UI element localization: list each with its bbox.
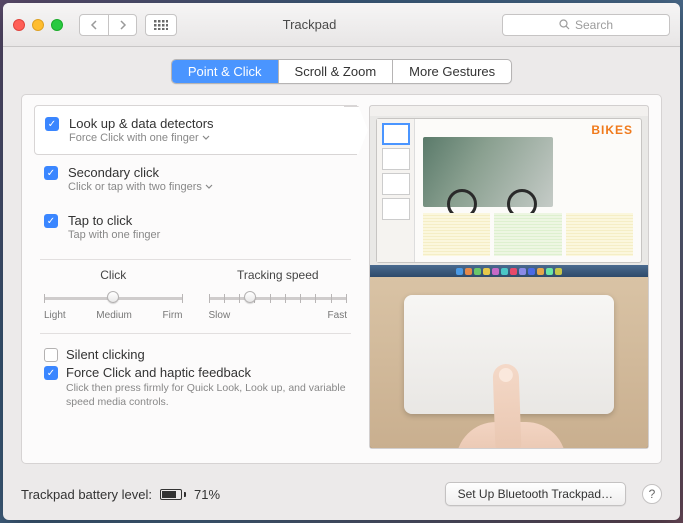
option-tap-to-click[interactable]: ✓ Tap to click Tap with one finger xyxy=(34,203,357,251)
tab-point-click[interactable]: Point & Click xyxy=(172,60,278,83)
preview-screen: BIKES xyxy=(370,106,648,277)
close-button[interactable] xyxy=(13,19,25,31)
content-panel: ✓ Look up & data detectors Force Click w… xyxy=(21,94,662,464)
sliders-row: Click Light Medium Firm Tracking speed xyxy=(34,266,357,325)
checkbox-tap-to-click[interactable]: ✓ xyxy=(44,214,58,228)
option-label: Force Click and haptic feedback xyxy=(66,365,347,380)
divider xyxy=(40,333,351,334)
prefs-window: Trackpad Search Point & Click Scroll & Z… xyxy=(3,3,680,520)
option-force-click[interactable]: ✓ Force Click and haptic feedback Click … xyxy=(44,365,347,409)
battery-icon xyxy=(160,489,186,500)
tab-scroll-zoom[interactable]: Scroll & Zoom xyxy=(278,60,393,83)
checkbox-silent-clicking[interactable] xyxy=(44,348,58,362)
tab-more-gestures[interactable]: More Gestures xyxy=(392,60,511,83)
help-button[interactable]: ? xyxy=(642,484,662,504)
divider xyxy=(40,259,351,260)
footer: Trackpad battery level: 71% Set Up Bluet… xyxy=(3,474,680,520)
tracking-slider-track[interactable] xyxy=(209,288,348,308)
slider-label: Click xyxy=(44,268,183,282)
preview-trackpad xyxy=(370,277,648,448)
option-title: Tap to click xyxy=(68,213,160,228)
tracking-slider: Tracking speed Slow Fast xyxy=(209,268,348,321)
option-secondary-click[interactable]: ✓ Secondary click Click or tap with two … xyxy=(34,155,357,203)
window-title: Trackpad xyxy=(125,17,494,32)
minimize-button[interactable] xyxy=(32,19,44,31)
preview-heading: BIKES xyxy=(591,123,633,137)
option-title: Look up & data detectors xyxy=(69,116,214,131)
checkbox-look-up[interactable]: ✓ xyxy=(45,117,59,131)
finger-icon xyxy=(464,362,554,449)
options-column: ✓ Look up & data detectors Force Click w… xyxy=(34,105,357,449)
window-controls xyxy=(13,19,63,31)
click-slider: Click Light Medium Firm xyxy=(44,268,183,321)
battery-percent: 71% xyxy=(194,487,220,502)
tracking-slider-knob[interactable] xyxy=(244,291,256,303)
titlebar: Trackpad Search xyxy=(3,3,680,47)
option-look-up[interactable]: ✓ Look up & data detectors Force Click w… xyxy=(34,105,357,155)
option-note: Click then press firmly for Quick Look, … xyxy=(66,382,347,409)
search-placeholder: Search xyxy=(575,18,613,32)
chevron-down-icon xyxy=(202,135,210,141)
checkbox-force-click[interactable]: ✓ xyxy=(44,366,58,380)
search-input[interactable]: Search xyxy=(502,14,670,36)
option-title: Secondary click xyxy=(68,165,213,180)
gesture-preview: BIKES xyxy=(369,105,649,449)
option-label: Silent clicking xyxy=(66,347,145,362)
zoom-button[interactable] xyxy=(51,19,63,31)
option-subtitle[interactable]: Force Click with one finger xyxy=(69,132,214,144)
option-subtitle[interactable]: Click or tap with two fingers xyxy=(68,181,213,193)
option-silent-clicking[interactable]: Silent clicking xyxy=(44,347,347,362)
setup-bluetooth-button[interactable]: Set Up Bluetooth Trackpad… xyxy=(445,482,626,506)
slider-label: Tracking speed xyxy=(209,268,348,282)
option-subtitle: Tap with one finger xyxy=(68,229,160,241)
back-button[interactable] xyxy=(80,15,108,35)
checkbox-secondary-click[interactable]: ✓ xyxy=(44,166,58,180)
segmented-tabs: Point & Click Scroll & Zoom More Gesture… xyxy=(171,59,512,84)
battery-label: Trackpad battery level: xyxy=(21,487,152,502)
click-slider-track[interactable] xyxy=(44,288,183,308)
chevron-down-icon xyxy=(205,184,213,190)
bottom-options: Silent clicking ✓ Force Click and haptic… xyxy=(34,340,357,409)
search-icon xyxy=(559,19,570,30)
tabs-row: Point & Click Scroll & Zoom More Gesture… xyxy=(3,47,680,94)
